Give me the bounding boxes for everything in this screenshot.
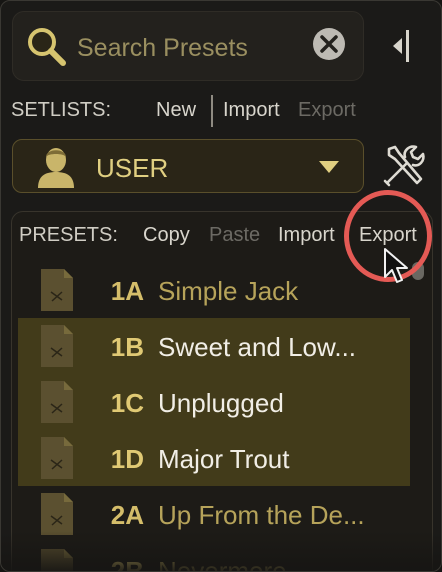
preset-row[interactable]: 1C Unplugged <box>18 374 410 430</box>
import-setlist-button[interactable]: Import <box>223 99 280 122</box>
preset-row[interactable]: 1D Major Trout <box>18 430 410 486</box>
collapse-panel-icon[interactable] <box>391 29 413 63</box>
setlists-divider <box>211 95 213 127</box>
preset-id: 2A <box>110 500 144 530</box>
bottom-fade <box>1 531 441 571</box>
preset-name: Sweet and Low... <box>158 332 357 362</box>
new-setlist-button[interactable]: New <box>156 99 196 122</box>
file-icon <box>41 325 73 367</box>
clear-search-button[interactable] <box>313 28 345 60</box>
copy-preset-button[interactable]: Copy <box>143 224 190 247</box>
cursor-icon <box>384 248 408 283</box>
file-icon <box>41 269 73 311</box>
preset-name: Up From the De... <box>158 500 365 530</box>
close-icon <box>320 35 338 53</box>
chevron-down-icon <box>319 161 339 173</box>
presets-label: PRESETS: <box>19 224 118 246</box>
file-icon <box>41 437 73 479</box>
export-setlist-button[interactable]: Export <box>298 99 356 122</box>
preset-row[interactable]: 1B Sweet and Low... <box>18 318 410 374</box>
preset-name: Simple Jack <box>158 276 299 306</box>
preset-id: 1B <box>110 332 144 362</box>
preset-id: 1A <box>110 276 144 306</box>
preset-name: Major Trout <box>158 444 290 474</box>
user-icon <box>38 148 74 188</box>
setlists-label: SETLISTS: <box>11 99 112 121</box>
paste-preset-button[interactable]: Paste <box>209 224 260 247</box>
preset-browser-panel: SETLISTS: New Import Export USER PRESETS… <box>0 0 442 572</box>
search-icon <box>28 28 66 66</box>
search-bar[interactable] <box>12 11 364 81</box>
setlist-selected-value: USER <box>96 153 169 183</box>
tools-icon[interactable] <box>381 143 427 189</box>
search-input[interactable] <box>75 32 309 64</box>
preset-id: 1C <box>110 388 144 418</box>
preset-row[interactable]: 1A Simple Jack <box>18 262 410 318</box>
preset-id: 1D <box>110 444 144 474</box>
setlist-dropdown[interactable]: USER <box>12 139 364 193</box>
import-preset-button[interactable]: Import <box>278 224 335 247</box>
preset-name: Unplugged <box>158 388 284 418</box>
file-icon <box>41 493 73 535</box>
file-icon <box>41 381 73 423</box>
